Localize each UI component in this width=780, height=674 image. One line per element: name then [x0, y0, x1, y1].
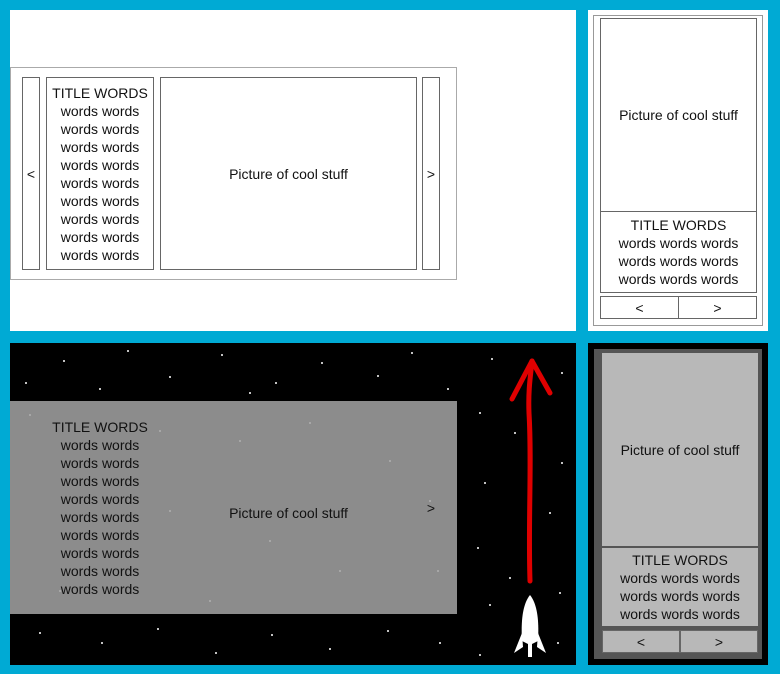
body-line: words words words — [618, 235, 739, 251]
narrow-layout-panel: Picture of cool stuff TITLE WORDS words … — [588, 10, 768, 331]
prev-button[interactable]: < — [22, 77, 40, 270]
picture-label: Picture of cool stuff — [229, 504, 348, 521]
body-line: words words — [60, 138, 140, 155]
body-line: words words words — [620, 606, 740, 622]
picture-label: Picture of cool stuff — [620, 441, 740, 458]
body-line: words words — [60, 490, 140, 507]
next-button[interactable]: > — [678, 296, 757, 319]
body-line: words words — [60, 192, 140, 209]
prev-button[interactable]: < — [602, 630, 680, 653]
dark-narrow-panel: Picture of cool stuff TITLE WORDS words … — [588, 343, 768, 665]
next-label: > — [426, 165, 436, 182]
picture-box: Picture of cool stuff — [600, 18, 757, 212]
text-column: TITLE WORDS words words words words word… — [600, 211, 757, 293]
body-line: words words — [60, 508, 140, 525]
body-line: words words — [60, 562, 140, 579]
body-line: words words — [60, 120, 140, 137]
picture-box: Picture of cool stuff — [160, 77, 417, 270]
next-button[interactable]: > — [422, 493, 440, 523]
body-line: words words words — [618, 253, 739, 269]
text-column: TITLE WORDS words words words words word… — [46, 77, 154, 270]
title-words: TITLE WORDS — [52, 84, 148, 101]
prev-button[interactable]: < — [600, 296, 679, 319]
title-words: TITLE WORDS — [630, 217, 727, 233]
next-label: > — [426, 500, 436, 516]
next-label: > — [714, 633, 724, 650]
body-line: words words — [60, 210, 140, 227]
body-line: words words words — [620, 588, 740, 604]
text-column: TITLE WORDS words words words words word… — [46, 416, 154, 599]
picture-label: Picture of cool stuff — [619, 107, 738, 123]
prev-label: < — [26, 165, 36, 182]
body-line: words words words — [618, 271, 739, 287]
body-line: words words — [60, 156, 140, 173]
picture-box: Picture of cool stuff — [602, 353, 758, 546]
body-line: words words — [60, 102, 140, 119]
body-line: words words — [60, 526, 140, 543]
body-line: words words — [60, 472, 140, 489]
picture-label-box: Picture of cool stuff — [160, 416, 417, 609]
body-line: words words — [60, 228, 140, 245]
body-line: words words — [60, 246, 140, 263]
title-words: TITLE WORDS — [632, 552, 728, 568]
wide-layout-panel: < TITLE WORDS words words words words wo… — [10, 10, 576, 331]
body-line: words words — [60, 454, 140, 471]
rocket-icon — [514, 595, 546, 657]
body-line: words words — [60, 580, 140, 597]
prev-label: < — [635, 299, 644, 316]
space-wide-panel: TITLE WORDS words words words words word… — [10, 343, 576, 665]
body-line: words words words — [620, 570, 740, 586]
body-line: words words — [60, 436, 140, 453]
next-label: > — [713, 299, 722, 316]
next-button[interactable]: > — [680, 630, 758, 653]
text-column: TITLE WORDS words words words words word… — [602, 548, 758, 626]
title-words: TITLE WORDS — [52, 418, 148, 435]
body-line: words words — [60, 544, 140, 561]
next-button[interactable]: > — [422, 77, 440, 270]
prev-label: < — [636, 633, 646, 650]
body-line: words words — [60, 174, 140, 191]
picture-label: Picture of cool stuff — [229, 165, 348, 182]
